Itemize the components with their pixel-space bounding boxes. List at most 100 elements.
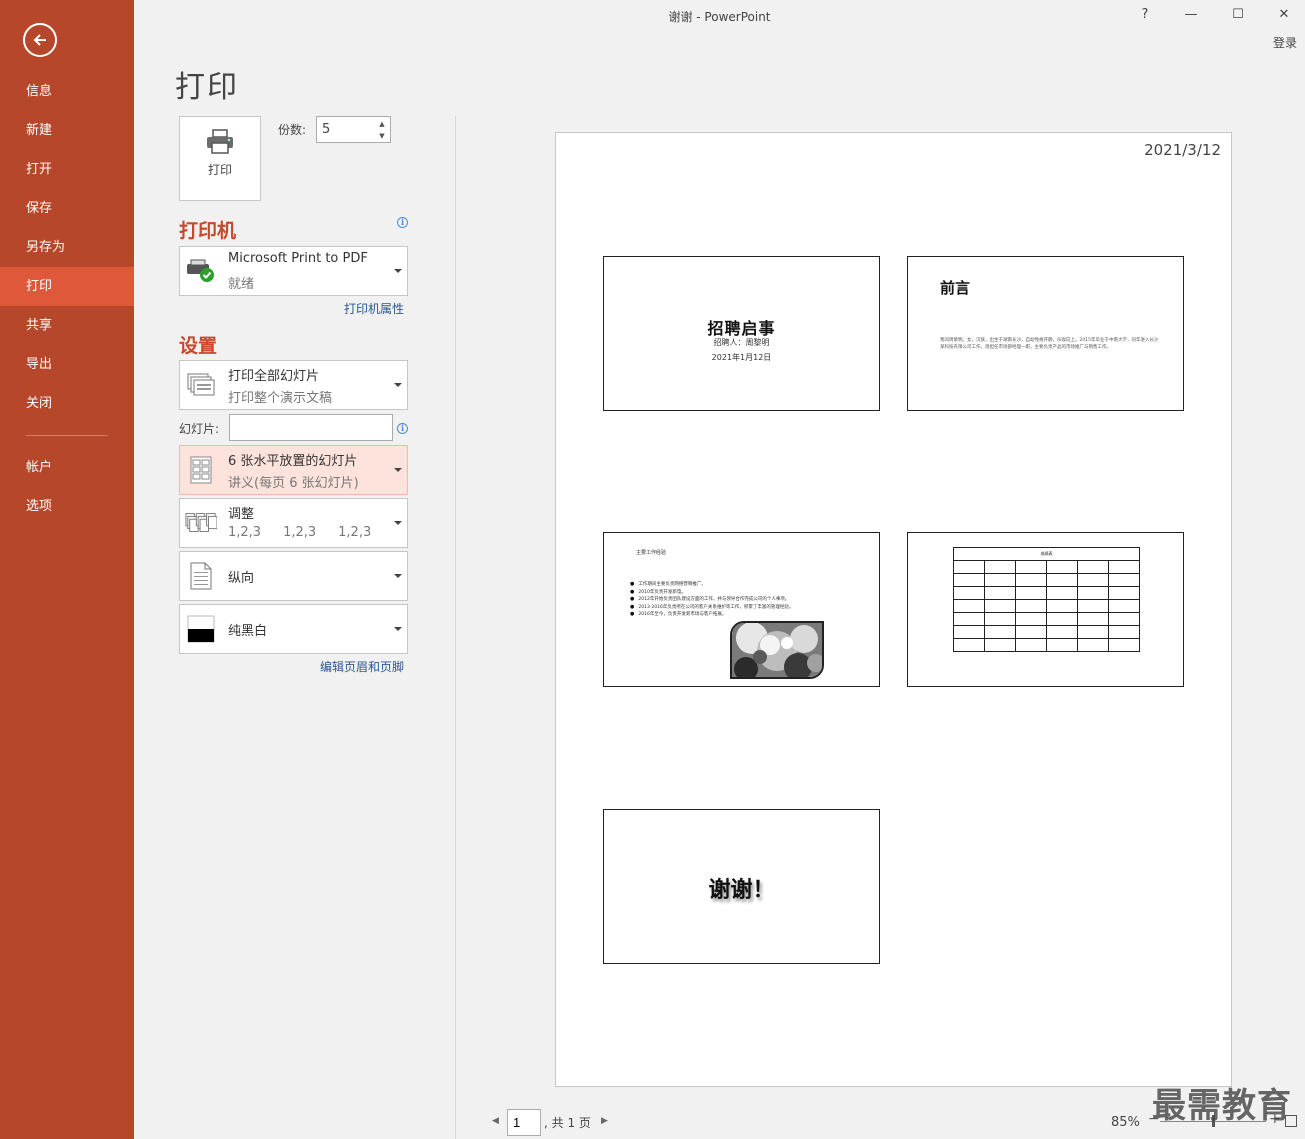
page-number-field[interactable] xyxy=(507,1109,541,1136)
list-item: 2010年负责开发新电。 xyxy=(630,589,793,597)
layout-select[interactable]: 6 张水平放置的幻灯片 讲义(每页 6 张幻灯片) xyxy=(179,445,408,495)
slide5-title: 谢谢！ xyxy=(708,878,775,903)
color-select[interactable]: 纯黑白 xyxy=(179,604,408,654)
chevron-down-icon xyxy=(394,521,402,525)
pdf-printer-icon xyxy=(185,255,217,287)
table-caption: 成绩表 xyxy=(953,547,1140,561)
minimize-button[interactable]: — xyxy=(1179,4,1203,26)
black-white-icon xyxy=(185,613,217,645)
prev-page-icon[interactable]: ◀ xyxy=(492,1116,499,1126)
sidebar-item-export[interactable]: 导出 xyxy=(0,345,134,384)
sidebar-item-share[interactable]: 共享 xyxy=(0,306,134,345)
table-row xyxy=(953,573,1140,587)
slide3-title: 主要工作经验 xyxy=(636,550,667,556)
slides-input[interactable] xyxy=(230,415,392,440)
table-row xyxy=(953,638,1140,652)
collate-set-2: 1,2,3 xyxy=(283,525,317,540)
orientation-select[interactable]: 纵向 xyxy=(179,551,408,601)
backstage-sidebar: 信息 新建 打开 保存 另存为 打印 共享 导出 关闭 帐户 选项 xyxy=(0,0,134,1139)
print-range-select[interactable]: 打印全部幻灯片 打印整个演示文稿 xyxy=(179,360,408,410)
printer-heading: 打印机 xyxy=(179,220,237,242)
spin-down-icon[interactable]: ▼ xyxy=(376,130,388,142)
layout-title: 6 张水平放置的幻灯片 xyxy=(228,454,358,469)
info-icon[interactable]: i xyxy=(397,217,408,228)
color-mode-value: 纯黑白 xyxy=(228,624,268,639)
sidebar-item-new[interactable]: 新建 xyxy=(0,111,134,150)
handout-date: 2021/3/12 xyxy=(1144,141,1221,159)
collate-icon xyxy=(185,507,217,539)
slide1-subtitle: 招聘人：周黎明 xyxy=(713,338,770,347)
list-item: 2012年开始负责团队建设方面的工作，并与领导合作完成公司的个人事项。 xyxy=(630,596,793,604)
sidebar-item-open[interactable]: 打开 xyxy=(0,150,134,189)
handout-grid-icon xyxy=(185,454,217,486)
window-title: 谢谢 - PowerPoint xyxy=(668,10,771,24)
close-button[interactable]: ✕ xyxy=(1272,4,1296,26)
watermark: 最需教育 xyxy=(1152,1086,1292,1126)
table-row xyxy=(953,560,1140,574)
orientation-value: 纵向 xyxy=(228,571,255,586)
copies-stepper[interactable]: ▲ ▼ xyxy=(316,116,391,143)
panel-divider xyxy=(455,116,456,1139)
list-item: 工作期间主要负责网络营销推广。 xyxy=(630,581,793,589)
next-page-icon[interactable]: ▶ xyxy=(601,1116,608,1126)
sidebar-divider xyxy=(26,435,108,436)
chevron-down-icon xyxy=(394,574,402,578)
printer-properties-link[interactable]: 打印机属性 xyxy=(344,300,404,317)
printer-status: 就绪 xyxy=(228,277,255,292)
slide-thumb-2: 前言 我叫周黎明，女，汉族，出生于湖南长沙，自幼性格开朗，乐观向上。2015年毕… xyxy=(907,256,1184,411)
sidebar-item-save[interactable]: 保存 xyxy=(0,189,134,228)
edit-header-footer-link[interactable]: 编辑页眉和页脚 xyxy=(320,658,404,675)
maximize-button[interactable]: ☐ xyxy=(1226,4,1250,26)
print-range-title: 打印全部幻灯片 xyxy=(228,369,320,384)
sidebar-item-options[interactable]: 选项 xyxy=(0,487,134,526)
zoom-level[interactable]: 85% xyxy=(1111,1115,1140,1130)
table-row xyxy=(953,586,1140,600)
slide1-title: 招聘启事 xyxy=(707,319,776,338)
login-link[interactable]: 登录 xyxy=(1273,34,1297,51)
slides-stack-icon xyxy=(185,369,217,401)
slide2-body: 我叫周黎明，女，汉族，出生于湖南长沙，自幼性格开朗，乐观向上。2015年毕业于中… xyxy=(940,338,1159,350)
title-bar: 谢谢 - PowerPoint ? — ☐ ✕ xyxy=(134,0,1305,32)
slides-field[interactable] xyxy=(229,414,393,441)
printer-select[interactable]: Microsoft Print to PDF 就绪 xyxy=(179,246,408,296)
slide-thumb-4: 成绩表 xyxy=(907,532,1184,687)
table-row xyxy=(953,599,1140,613)
print-button-label: 打印 xyxy=(207,163,232,177)
printer-icon xyxy=(207,129,233,154)
layout-sub: 讲义(每页 6 张幻灯片) xyxy=(228,476,359,491)
chevron-down-icon xyxy=(394,383,402,387)
slide3-photo xyxy=(730,621,824,679)
chevron-down-icon xyxy=(394,468,402,472)
list-item: 2013-2016年负责所在公司的客户关系维护等工作，积累了丰富的管理经验。 xyxy=(630,604,793,612)
sidebar-item-account[interactable]: 帐户 xyxy=(0,448,134,487)
print-button[interactable]: 打印 xyxy=(179,116,261,201)
printer-name: Microsoft Print to PDF xyxy=(228,251,368,266)
slides-label: 幻灯片: xyxy=(179,422,220,436)
slide3-bullets: 工作期间主要负责网络营销推广。 2010年负责开发新电。 2012年开始负责团队… xyxy=(630,581,793,619)
sidebar-item-save-as[interactable]: 另存为 xyxy=(0,228,134,267)
back-arrow-icon[interactable] xyxy=(23,23,57,57)
info-icon[interactable]: i xyxy=(397,423,408,434)
slide4-table: 成绩表 xyxy=(953,547,1140,652)
help-icon[interactable]: ? xyxy=(1133,4,1157,26)
collate-set-3: 1,2,3 xyxy=(338,525,372,540)
print-preview-page: 2021/3/12 招聘启事 招聘人：周黎明 2021年1月12日 前言 我叫周… xyxy=(555,132,1232,1087)
collate-select[interactable]: 调整 1,2,3 1,2,3 1,2,3 xyxy=(179,498,408,548)
sidebar-item-info[interactable]: 信息 xyxy=(0,72,134,111)
slide-thumb-5: 谢谢！ xyxy=(603,809,880,964)
portrait-page-icon xyxy=(185,560,217,592)
sidebar-item-close[interactable]: 关闭 xyxy=(0,384,134,423)
copies-input[interactable] xyxy=(317,117,372,142)
collate-title: 调整 xyxy=(228,507,255,522)
collate-order: 1,2,3 1,2,3 1,2,3 xyxy=(228,525,393,540)
slide1-date: 2021年1月12日 xyxy=(711,353,772,362)
page-total: , 共 1 页 xyxy=(544,1116,591,1130)
sidebar-item-print[interactable]: 打印 xyxy=(0,267,134,306)
collate-set-1: 1,2,3 xyxy=(228,525,262,540)
page-title: 打印 xyxy=(175,70,239,105)
table-row xyxy=(953,612,1140,626)
page-number-input[interactable] xyxy=(508,1110,540,1135)
table-row xyxy=(953,625,1140,639)
spin-up-icon[interactable]: ▲ xyxy=(376,118,388,130)
chevron-down-icon xyxy=(394,269,402,273)
